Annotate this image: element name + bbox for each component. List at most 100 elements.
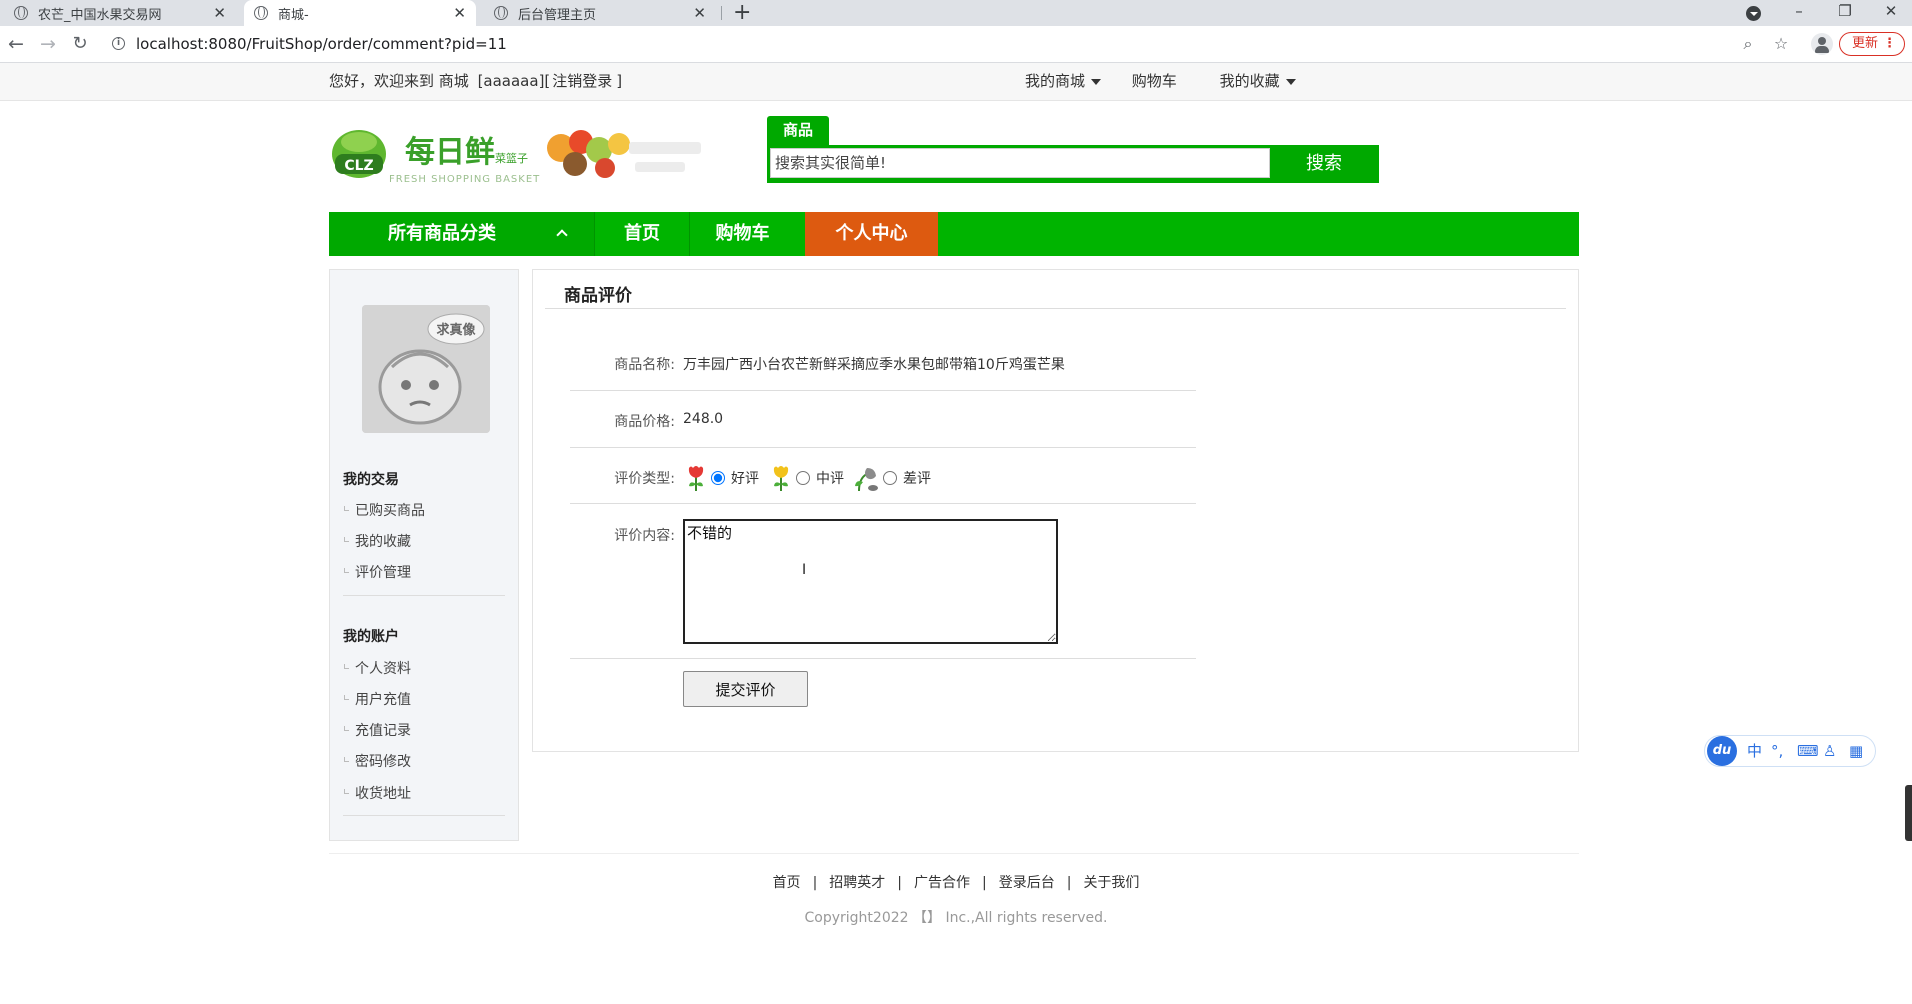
- edge-side-tab[interactable]: [1905, 785, 1912, 841]
- footer-divider: [329, 853, 1579, 854]
- search-category-tab[interactable]: 商品: [767, 116, 829, 145]
- url-text[interactable]: localhost:8080/FruitShop/order/comment?p…: [136, 30, 507, 58]
- update-button[interactable]: 更新 ⋮: [1839, 32, 1905, 56]
- footer-link-careers[interactable]: 招聘英才: [829, 875, 885, 891]
- zoom-icon[interactable]: ⌕: [1737, 26, 1759, 62]
- review-panel: 商品评价 商品名称: 万丰园广西小台农芒新鲜采摘应季水果包邮带箱10斤鸡蛋芒果 …: [532, 269, 1579, 752]
- minimize-icon[interactable]: –: [1787, 0, 1811, 26]
- ime-mode-toggle[interactable]: 中: [1747, 736, 1762, 766]
- sidebar-divider: [343, 595, 505, 596]
- product-price-label: 商品价格:: [614, 414, 675, 430]
- rating-neutral: 中评: [770, 464, 844, 492]
- sidebar-item-favorites[interactable]: 我的收藏: [343, 531, 411, 551]
- footer-link-home[interactable]: 首页: [773, 875, 801, 891]
- sidebar-section-account: 我的账户: [343, 629, 399, 645]
- tab-separator: [721, 6, 722, 20]
- footer-link-ads[interactable]: 广告合作: [914, 875, 970, 891]
- username: [aaaaaa][: [477, 72, 551, 90]
- grid-icon[interactable]: ▦: [1849, 736, 1863, 766]
- bookmark-star-icon[interactable]: ☆: [1770, 26, 1792, 62]
- sidebar-section-trade: 我的交易: [343, 472, 399, 488]
- info-icon[interactable]: i: [112, 37, 125, 50]
- favorites-label: 我的收藏: [1219, 72, 1280, 90]
- logo-sub: 菜篮子: [495, 151, 528, 165]
- sidebar-item-password[interactable]: 密码修改: [343, 751, 411, 771]
- back-icon[interactable]: ←: [4, 26, 28, 62]
- nav-item-cart[interactable]: 购物车: [690, 212, 795, 256]
- ime-logo-icon[interactable]: du: [1707, 736, 1737, 766]
- site-topbar: 您好，欢迎来到 商城 [aaaaaa][注销登录] 我的商城 购物车 我的收藏: [0, 63, 1912, 101]
- chevron-up-icon: [556, 229, 568, 241]
- rating-good: 好评: [685, 464, 759, 492]
- nav-item-personal-center[interactable]: 个人中心: [805, 212, 938, 256]
- cart-link[interactable]: 购物车: [1132, 63, 1177, 99]
- product-name-label: 商品名称:: [614, 357, 675, 373]
- my-mall-menu[interactable]: 我的商城: [1025, 63, 1102, 99]
- search-input[interactable]: [770, 148, 1270, 178]
- sidebar-item-recharge-history[interactable]: 充值记录: [343, 720, 411, 740]
- tab-title: 商城-: [278, 7, 309, 23]
- copyright: Copyright2022 【】 Inc.,All rights reserve…: [804, 910, 1108, 926]
- sidebar-item-profile[interactable]: 个人资料: [343, 658, 411, 678]
- wilted-flower-icon: [855, 468, 878, 492]
- row-divider: [570, 658, 1196, 659]
- footer-link-about[interactable]: 关于我们: [1083, 875, 1139, 891]
- all-categories-menu[interactable]: 所有商品分类: [329, 212, 594, 256]
- browser-tab-1[interactable]: 农芒_中国水果交易网 ✕: [4, 0, 236, 26]
- window-close-icon[interactable]: ✕: [1879, 0, 1903, 26]
- close-bracket: ]: [616, 72, 623, 90]
- site-logo[interactable]: CLZ 每日鲜 菜篮子 FRESH SHOPPING BASKET: [329, 120, 709, 190]
- user-icon[interactable]: ♙: [1823, 736, 1836, 766]
- rating-neutral-radio[interactable]: [796, 471, 810, 485]
- topbar-links: 我的商城 购物车 我的收藏: [1025, 63, 1296, 99]
- punctuation-icon[interactable]: °,: [1771, 736, 1783, 766]
- nav-item-home[interactable]: 首页: [595, 212, 689, 256]
- sidebar-item-purchased[interactable]: 已购买商品: [343, 500, 425, 520]
- tab-search-icon[interactable]: [1746, 6, 1761, 21]
- search-button[interactable]: 搜索: [1272, 148, 1376, 180]
- avatar[interactable]: 求真像: [362, 305, 490, 433]
- review-content-label: 评价内容:: [614, 528, 675, 544]
- close-icon[interactable]: ✕: [213, 4, 226, 22]
- new-tab-button[interactable]: +: [733, 0, 751, 26]
- product-name-value: 万丰园广西小台农芒新鲜采摘应季水果包邮带箱10斤鸡蛋芒果: [683, 357, 1065, 373]
- sidebar-divider: [343, 815, 505, 816]
- sidebar-item-address[interactable]: 收货地址: [343, 783, 411, 803]
- red-flower-icon: [688, 466, 704, 491]
- logo-badge: CLZ: [344, 158, 373, 174]
- rating-neutral-label: 中评: [816, 471, 844, 487]
- close-icon[interactable]: ✕: [453, 4, 466, 22]
- address-bar[interactable]: i localhost:8080/FruitShop/order/comment…: [104, 30, 1764, 58]
- yellow-flower-icon: [773, 466, 789, 491]
- sidebar-item-recharge[interactable]: 用户充值: [343, 689, 411, 709]
- footer-link-admin-login[interactable]: 登录后台: [999, 875, 1055, 891]
- page-title: 商品评价: [564, 286, 632, 306]
- browser-tab-3[interactable]: 后台管理主页 ✕: [484, 0, 716, 26]
- sidebar-item-reviews[interactable]: 评价管理: [343, 562, 411, 582]
- avatar-bubble-text: 求真像: [436, 322, 476, 338]
- reload-icon[interactable]: ↻: [68, 26, 92, 62]
- restore-icon[interactable]: ❐: [1833, 0, 1857, 26]
- footer-links: 首页 | 招聘英才 | 广告合作 | 登录后台 | 关于我们: [0, 872, 1912, 892]
- submit-review-button[interactable]: 提交评价: [683, 671, 808, 707]
- forward-icon[interactable]: →: [36, 26, 60, 62]
- close-icon[interactable]: ✕: [693, 4, 706, 22]
- favorites-menu[interactable]: 我的收藏: [1220, 63, 1296, 99]
- default-avatar-graphic: 求真像: [362, 305, 490, 433]
- sidebar: 求真像 我的交易 已购买商品 我的收藏 评价管理 我的账户 个人资料 用户充值 …: [329, 269, 519, 841]
- row-divider: [570, 447, 1196, 448]
- footer-separator: |: [812, 875, 818, 891]
- footer-separator: |: [982, 875, 987, 891]
- rating-good-label: 好评: [731, 471, 759, 487]
- logout-link[interactable]: 注销登录: [552, 72, 612, 90]
- browser-toolbar: ← → ↻ i localhost:8080/FruitShop/order/c…: [0, 26, 1912, 63]
- rating-good-radio[interactable]: [711, 471, 725, 485]
- globe-icon: [254, 6, 268, 20]
- footer-separator: |: [1066, 875, 1072, 891]
- review-content-textarea[interactable]: [683, 519, 1058, 644]
- profile-icon[interactable]: [1811, 33, 1833, 55]
- keyboard-icon[interactable]: ⌨: [1797, 736, 1819, 766]
- browser-tab-2[interactable]: 商城- ✕: [244, 0, 476, 26]
- rating-bad-radio[interactable]: [883, 471, 897, 485]
- logo-name: 每日鲜: [405, 135, 495, 170]
